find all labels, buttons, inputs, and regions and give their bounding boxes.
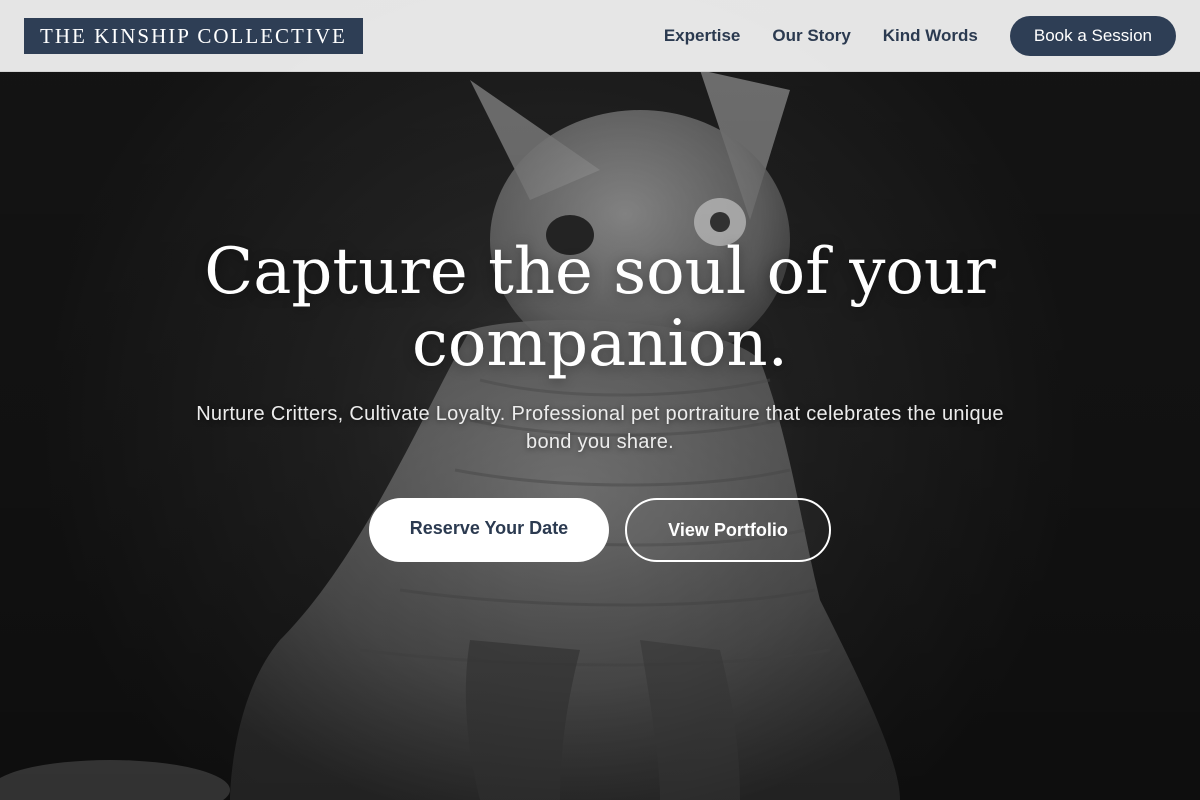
site-header: THE KINSHIP COLLECTIVE Expertise Our Sto… <box>0 0 1200 72</box>
hero-section: Capture the soul of your companion. Nurt… <box>150 236 1050 562</box>
nav-link-our-story[interactable]: Our Story <box>772 26 850 46</box>
hero-subtitle: Nurture Critters, Cultivate Loyalty. Pro… <box>196 403 1004 453</box>
nav-link-kind-words[interactable]: Kind Words <box>883 26 978 46</box>
main-nav: Expertise Our Story Kind Words Book a Se… <box>664 16 1176 56</box>
brand-logo[interactable]: THE KINSHIP COLLECTIVE <box>24 18 363 54</box>
reserve-date-button[interactable]: Reserve Your Date <box>369 498 609 562</box>
landing-page: THE KINSHIP COLLECTIVE Expertise Our Sto… <box>0 0 1200 800</box>
hero-title: Capture the soul of your companion. <box>204 235 996 381</box>
hero-cta-row: Reserve Your Date View Portfolio <box>150 498 1050 562</box>
view-portfolio-button[interactable]: View Portfolio <box>625 498 831 562</box>
nav-link-expertise[interactable]: Expertise <box>664 26 741 46</box>
book-session-button[interactable]: Book a Session <box>1009 16 1176 56</box>
